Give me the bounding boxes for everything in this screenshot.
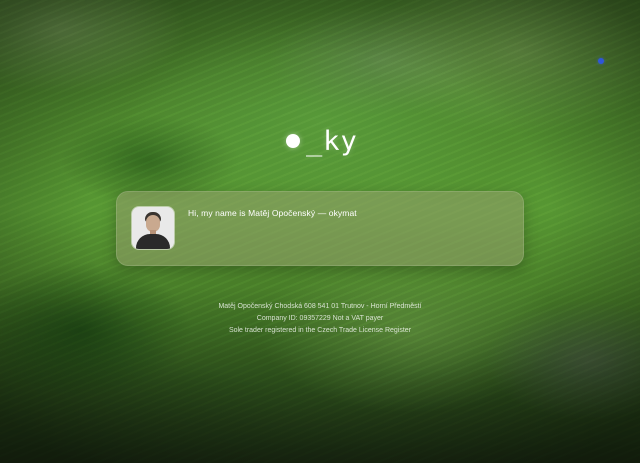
intro-message: Hi, my name is Matěj Opočenský — okymat bbox=[188, 208, 357, 218]
logo-text: _ky bbox=[306, 125, 358, 157]
intro-card: Hi, my name is Matěj Opočenský — okymat bbox=[116, 191, 524, 266]
footer-company-id: Company ID: 09357229 Not a VAT payer bbox=[256, 315, 384, 322]
footer-info: Matěj Opočenský Chodská 608 541 01 Trutn… bbox=[0, 301, 640, 337]
avatar bbox=[132, 207, 174, 249]
footer-registration: Sole trader registered in the Czech Trad… bbox=[228, 327, 412, 334]
footer-address: Matěj Opočenský Chodská 608 541 01 Trutn… bbox=[218, 303, 422, 310]
circle-dot-icon bbox=[286, 134, 300, 148]
blue-dot-indicator bbox=[598, 58, 604, 64]
site-logo[interactable]: _ky bbox=[286, 124, 358, 158]
